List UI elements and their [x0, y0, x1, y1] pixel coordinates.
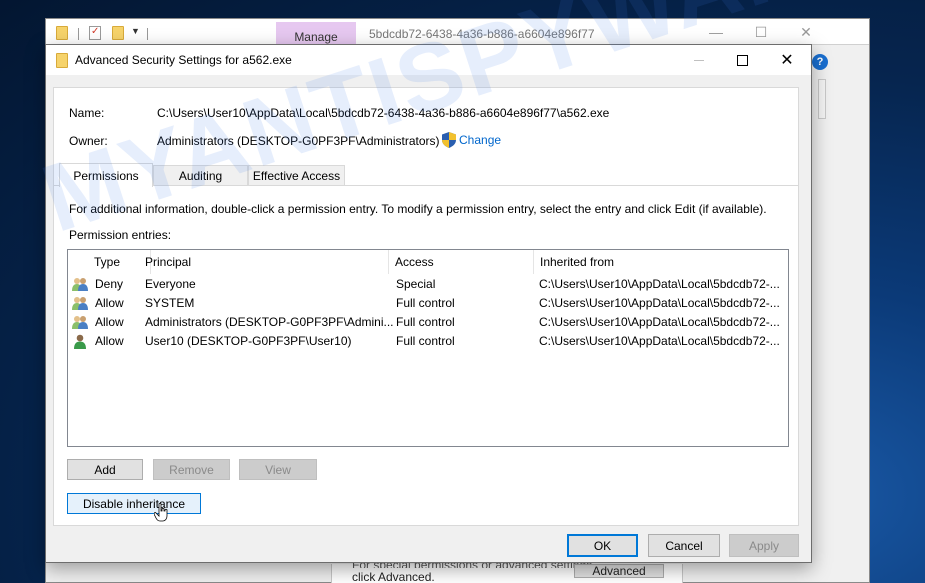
dialog-titlebar[interactable]: Advanced Security Settings for a562.exe …: [46, 45, 811, 75]
mouse-cursor-icon: [154, 503, 168, 522]
column-header-inherited-from[interactable]: Inherited from: [534, 250, 788, 274]
name-value: C:\Users\User10\AppData\Local\5bdcdb72-6…: [157, 106, 610, 120]
permission-entries-list[interactable]: Type Principal Access Inherited from Den…: [67, 249, 789, 447]
advanced-button[interactable]: Advanced: [574, 564, 664, 578]
group-icon: [72, 314, 88, 330]
tab-divider: [54, 185, 798, 186]
add-button[interactable]: Add: [67, 459, 143, 480]
permission-entries-label: Permission entries:: [69, 228, 172, 242]
ok-button[interactable]: OK: [567, 534, 638, 557]
permission-entry-row[interactable]: Allow Administrators (DESKTOP-G0PF3PF\Adm…: [68, 313, 788, 332]
properties-icon[interactable]: [89, 26, 101, 40]
help-icon[interactable]: ?: [812, 54, 828, 70]
folder-icon[interactable]: [56, 26, 68, 40]
background-panel-edge: [818, 79, 826, 119]
entry-type: Deny: [95, 277, 124, 291]
background-properties-panel: For special permissions or advanced sett…: [331, 558, 683, 583]
disable-inheritance-button[interactable]: Disable inheritance: [67, 493, 201, 514]
entry-access: Full control: [396, 296, 455, 310]
tab-permissions[interactable]: Permissions: [59, 163, 153, 187]
tab-auditing[interactable]: Auditing: [153, 165, 248, 186]
column-header-access[interactable]: Access: [389, 250, 534, 274]
cancel-button[interactable]: Cancel: [648, 534, 720, 557]
apply-button[interactable]: Apply: [729, 534, 799, 557]
entry-inherited-from: C:\Users\User10\AppData\Local\5bdcdb72-.…: [539, 277, 780, 291]
entry-principal: User10 (DESKTOP-G0PF3PF\User10): [145, 334, 352, 348]
entry-access: Special: [396, 277, 436, 291]
folder-icon: [56, 53, 68, 68]
minimize-button[interactable]: [676, 45, 722, 75]
minimize-button[interactable]: —: [696, 21, 736, 43]
close-button[interactable]: ✕: [786, 21, 826, 43]
entry-principal: Everyone: [145, 277, 196, 291]
entry-inherited-from: C:\Users\User10\AppData\Local\5bdcdb72-.…: [539, 315, 780, 329]
customize-quick-access-icon[interactable]: ▼: [131, 26, 140, 36]
view-button[interactable]: View: [239, 459, 317, 480]
dialog-content: Name: C:\Users\User10\AppData\Local\5bdc…: [53, 87, 799, 526]
entry-inherited-from: C:\Users\User10\AppData\Local\5bdcdb72-.…: [539, 334, 780, 348]
new-folder-icon[interactable]: [112, 26, 124, 40]
entry-type: Allow: [95, 315, 124, 329]
entry-principal: SYSTEM: [145, 296, 195, 310]
permission-entry-row[interactable]: Allow User10 (DESKTOP-G0PF3PF\User10) Full…: [68, 332, 788, 351]
permission-entry-row[interactable]: Deny Everyone Special C:\Users\User10\AppDa…: [68, 275, 788, 294]
group-icon: [72, 276, 88, 292]
entry-type: Allow: [95, 296, 124, 310]
entry-inherited-from: C:\Users\User10\AppData\Local\5bdcdb72-.…: [539, 296, 780, 310]
minimize-icon: [694, 59, 704, 61]
ribbon-tab-manage[interactable]: Manage: [276, 22, 356, 46]
user-icon: [72, 333, 88, 349]
separator: [78, 28, 79, 40]
permission-entry-row[interactable]: Allow SYSTEM Full control C:\Users\User10\A…: [68, 294, 788, 313]
change-owner-link[interactable]: Change: [459, 133, 501, 147]
dialog-title: Advanced Security Settings for a562.exe: [75, 53, 292, 67]
info-text: For additional information, double-click…: [69, 202, 767, 216]
entry-access: Full control: [396, 334, 455, 348]
panel-text: click Advanced.: [352, 570, 435, 583]
column-header-principal[interactable]: Principal: [139, 250, 389, 274]
entry-principal: Administrators (DESKTOP-G0PF3PF\Admini..…: [145, 315, 394, 329]
close-icon: ✕: [780, 52, 794, 69]
background-titlebar: ▼ Manage 5bdcdb72-6438-4a36-b886-a6604e8…: [46, 19, 869, 46]
uac-shield-icon: [442, 132, 456, 148]
name-label: Name:: [69, 106, 105, 120]
entry-access: Full control: [396, 315, 455, 329]
advanced-security-settings-dialog: Advanced Security Settings for a562.exe …: [45, 44, 812, 563]
remove-button[interactable]: Remove: [153, 459, 230, 480]
close-button[interactable]: ✕: [764, 45, 810, 75]
tab-effective-access[interactable]: Effective Access: [248, 165, 345, 186]
group-icon: [72, 295, 88, 311]
maximize-button[interactable]: [719, 45, 765, 75]
owner-value: Administrators (DESKTOP-G0PF3PF\Administ…: [157, 134, 440, 148]
background-window-title: 5bdcdb72-6438-4a36-b886-a6604e896f77: [369, 27, 595, 41]
entry-type: Allow: [95, 334, 124, 348]
separator: [147, 28, 148, 40]
maximize-icon: [736, 54, 748, 66]
maximize-button[interactable]: ☐: [741, 21, 781, 43]
owner-label: Owner:: [69, 134, 108, 148]
